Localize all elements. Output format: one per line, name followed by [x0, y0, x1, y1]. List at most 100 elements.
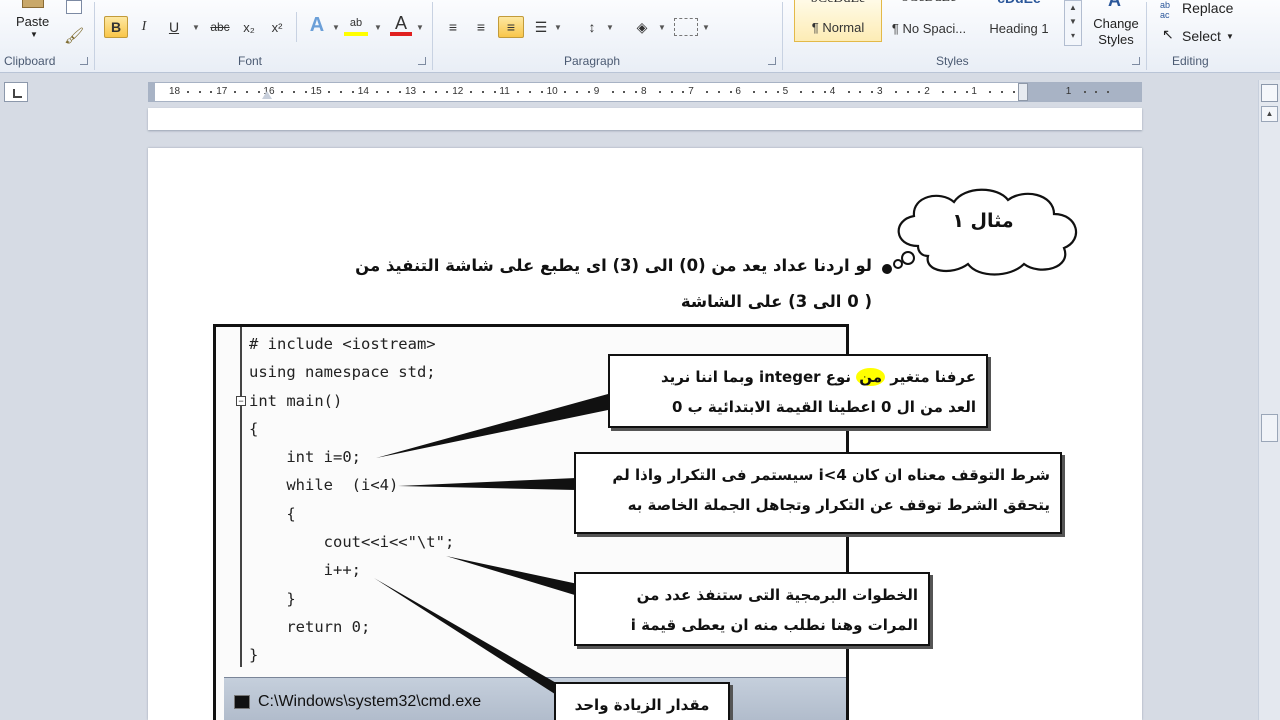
- callout-increment: مقدار الزيادة واحد: [554, 682, 730, 720]
- ruler-tick: [800, 91, 803, 93]
- shading-dropdown-icon[interactable]: ▼: [658, 23, 666, 32]
- ruler-number: 13: [405, 86, 417, 97]
- subscript-button[interactable]: x₂: [238, 16, 260, 38]
- bold-button[interactable]: B: [104, 16, 128, 38]
- text-effects-icon[interactable]: A: [306, 14, 328, 36]
- ruler-tick: [753, 91, 756, 93]
- indent-marker-left-icon[interactable]: [262, 91, 272, 99]
- ruler-tick: [1095, 91, 1098, 93]
- line-spacing-dropdown-icon[interactable]: ▼: [606, 23, 614, 32]
- ruler-tick: [387, 91, 390, 93]
- borders-icon[interactable]: [674, 18, 698, 36]
- style-heading-1[interactable]: cDdEe Heading 1: [976, 0, 1062, 42]
- align-right-icon[interactable]: ≡: [498, 16, 524, 38]
- ruler-tick: [1012, 91, 1015, 93]
- font-color-dropdown-icon[interactable]: ▼: [416, 23, 424, 32]
- justify-icon[interactable]: ☰: [530, 16, 552, 38]
- font-launcher[interactable]: [418, 57, 426, 65]
- ruler-tick: [706, 91, 708, 93]
- ruler-tick: [529, 91, 531, 93]
- ruler-tick: [245, 91, 248, 93]
- editing-group-label: Editing: [1172, 54, 1209, 68]
- scroll-thumb[interactable]: [1261, 414, 1278, 442]
- ruler-tick: [234, 91, 236, 93]
- ruler-tick: [729, 91, 732, 93]
- tab-selector-icon[interactable]: [4, 82, 28, 102]
- paragraph-group-label: Paragraph: [564, 54, 621, 68]
- ruler-number: 6: [735, 86, 741, 97]
- document-page[interactable]: مثال ١ لو اردنا عداد يعد من (0) الى (3) …: [148, 148, 1142, 720]
- align-left-icon[interactable]: ≡: [442, 16, 464, 38]
- ruler-tick: [540, 91, 543, 93]
- vertical-scrollbar[interactable]: [1258, 80, 1280, 720]
- ruler-number: 10: [546, 86, 558, 97]
- style-normal[interactable]: bCcDdEe ¶ Normal: [794, 0, 882, 42]
- ruler-tick: [257, 91, 260, 93]
- highlight-color-button[interactable]: ab: [344, 14, 368, 36]
- ruler-number: 11: [499, 86, 510, 97]
- ruler-tick: [576, 91, 579, 93]
- ruler-tick: [304, 91, 307, 93]
- callout-loop-condition: شرط التوقف معناه ان كان i<4 سيستمر فى ال…: [574, 452, 1062, 534]
- format-painter-icon[interactable]: 🖌: [64, 26, 84, 45]
- copy-icon[interactable]: [66, 0, 82, 14]
- ruler-tick: [422, 91, 425, 93]
- scroll-up-icon[interactable]: ▲: [1261, 106, 1278, 122]
- ruler-number: 17: [216, 86, 228, 97]
- ruler-tick: [776, 91, 779, 93]
- change-styles-button[interactable]: A Change Styles: [1088, 0, 1144, 50]
- line-spacing-icon[interactable]: ↕: [580, 16, 604, 38]
- ruler-tick: [623, 91, 626, 93]
- change-styles-icon: A: [1108, 0, 1121, 10]
- ruler-tick: [1107, 91, 1110, 93]
- ruler-tick: [375, 91, 378, 93]
- horizontal-ruler[interactable]: 18 17 16 15 14 13 12 11 10 9 8 7 6 5 4 3 2 1 1: [148, 82, 1142, 102]
- styles-group-label: Styles: [936, 54, 969, 68]
- ruler-tick: [399, 91, 402, 93]
- underline-dropdown-icon[interactable]: ▼: [192, 23, 200, 32]
- ruler-tick: [210, 91, 213, 93]
- font-color-button[interactable]: A: [390, 13, 412, 36]
- paste-button[interactable]: Paste ▼: [8, 0, 60, 48]
- ruler-number: 9: [593, 86, 600, 97]
- strikethrough-button[interactable]: abc: [206, 16, 234, 38]
- ruler-number: 1: [1065, 86, 1072, 97]
- ruler-number: 7: [688, 86, 694, 97]
- ruler-bar: 18 17 16 15 14 13 12 11 10 9 8 7 6 5 4 3 2 1 1: [0, 74, 1280, 106]
- select-button[interactable]: ↖ Select ▼: [1158, 26, 1238, 46]
- ruler-tick: [871, 91, 874, 93]
- ruler-tick: [918, 91, 921, 93]
- ruler-tick: [517, 91, 520, 93]
- underline-button[interactable]: U: [164, 16, 184, 38]
- superscript-button[interactable]: x²: [266, 16, 288, 38]
- highlight-dropdown-icon[interactable]: ▼: [374, 23, 382, 32]
- ruler-tick: [824, 91, 826, 93]
- replace-button[interactable]: ab ac Replace: [1158, 0, 1238, 20]
- borders-dropdown-icon[interactable]: ▼: [702, 23, 710, 32]
- styles-scroll[interactable]: ▲ ▼ ▾: [1064, 0, 1082, 46]
- ruler-tick: [611, 91, 614, 93]
- clipboard-launcher[interactable]: [80, 57, 88, 65]
- ruler-tick: [186, 91, 189, 93]
- ruler-tick: [470, 91, 472, 93]
- italic-button[interactable]: I: [134, 16, 154, 38]
- justify-dropdown-icon[interactable]: ▼: [554, 23, 562, 32]
- ruler-tick: [434, 91, 437, 93]
- ruler-number: 5: [782, 86, 789, 97]
- styles-launcher[interactable]: [1132, 57, 1140, 65]
- align-center-icon[interactable]: ≡: [470, 16, 492, 38]
- ruler-tick: [481, 91, 484, 93]
- ruler-tick: [1001, 91, 1003, 93]
- view-ruler-icon[interactable]: [1261, 84, 1278, 102]
- ruler-tick: [564, 91, 567, 93]
- indent-marker-right-icon[interactable]: [1018, 83, 1028, 101]
- paragraph-launcher[interactable]: [768, 57, 776, 65]
- callout-loop-body: الخطوات البرمجية التى ستنفذ عدد من المرا…: [574, 572, 930, 646]
- text-effects-dropdown-icon[interactable]: ▼: [332, 23, 340, 32]
- ruler-tick: [812, 91, 815, 93]
- paste-icon: [22, 0, 44, 8]
- shading-icon[interactable]: ◈: [630, 16, 654, 38]
- style-no-spacing[interactable]: bCcDdEe ¶ No Spaci...: [884, 0, 974, 42]
- ruler-tick: [894, 91, 897, 93]
- ruler-tick: [446, 91, 449, 93]
